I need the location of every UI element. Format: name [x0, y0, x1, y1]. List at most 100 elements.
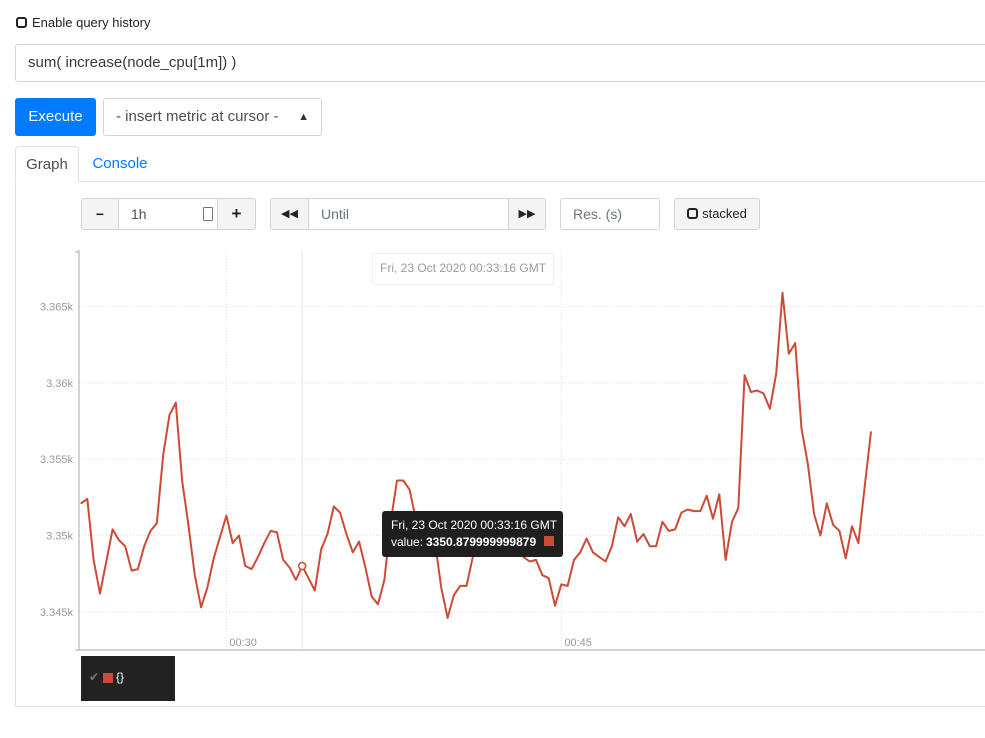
data-point [263, 542, 266, 544]
tab-graph[interactable]: Graph [15, 146, 79, 182]
stacked-checkbox[interactable] [687, 208, 699, 220]
data-point [181, 479, 183, 482]
data-point [238, 534, 240, 537]
stacked-toggle-button[interactable]: stacked [674, 198, 760, 230]
until-input[interactable]: Until [308, 198, 509, 230]
y-tick-label: 3.355k [40, 454, 74, 466]
data-point [712, 517, 714, 520]
data-point [851, 525, 853, 528]
legend-check-icon[interactable]: ✔ [89, 670, 99, 684]
data-point [857, 542, 860, 544]
data-point [649, 545, 651, 547]
tooltip-value-label: value: [391, 535, 424, 549]
data-point [592, 551, 594, 554]
data-point [750, 391, 752, 393]
until-back-button[interactable]: ◀◀ [270, 198, 309, 230]
data-point [244, 565, 247, 567]
until-forward-button[interactable]: ▶▶ [508, 198, 546, 230]
data-point [92, 559, 95, 561]
data-point [326, 533, 329, 535]
data-point [800, 427, 803, 430]
data-point [339, 511, 341, 514]
data-point [149, 530, 152, 532]
data-point [870, 430, 872, 433]
data-point [674, 528, 676, 531]
data-point [528, 560, 531, 563]
tab-console[interactable]: Console [80, 146, 160, 182]
hover-tooltip: Fri, 23 Oct 2020 00:33:16 GMT value: 335… [382, 511, 563, 557]
data-point [358, 540, 360, 543]
execute-button[interactable]: Execute [15, 98, 96, 136]
data-point [162, 453, 164, 456]
line-chart[interactable]: 3.345k 3.35k 3.355k 3.36k 3.365k 00:30 00:45 [0, 245, 985, 660]
legend-series-label[interactable]: {} [116, 670, 124, 684]
range-spinner-icon[interactable] [203, 207, 213, 221]
y-tick-label: 3.365k [40, 301, 74, 313]
chart-legend[interactable]: ✔ {} [81, 656, 175, 701]
data-point [187, 524, 190, 526]
data-point [863, 485, 866, 488]
insert-metric-select-label: - insert metric at cursor - [116, 108, 279, 125]
data-point [693, 510, 695, 512]
y-tick-label: 3.35k [46, 530, 73, 542]
data-point [579, 551, 582, 554]
data-point [276, 531, 278, 534]
data-point [99, 592, 101, 595]
tooltip-time: Fri, 23 Oct 2020 00:33:16 GMT [391, 518, 558, 532]
data-point [541, 574, 544, 576]
data-point [453, 594, 455, 596]
data-point [282, 559, 285, 561]
query-expression-input[interactable]: sum( increase(node_cpu[1m]) ) [15, 44, 985, 82]
data-point [535, 559, 537, 561]
tooltip-value: 3350.879999999879 [426, 535, 537, 549]
data-point [642, 533, 645, 535]
data-point [446, 617, 449, 619]
data-point [762, 392, 765, 395]
data-point [661, 520, 664, 523]
insert-metric-select[interactable]: - insert metric at cursor - ▲ [103, 98, 322, 136]
data-point [307, 577, 310, 580]
data-point [705, 495, 708, 497]
range-decrease-button[interactable]: − [81, 198, 119, 230]
select-caret-icon: ▲ [298, 111, 309, 123]
range-input[interactable]: 1h [118, 198, 218, 230]
data-point [269, 530, 272, 532]
stacked-label: stacked [702, 206, 747, 221]
query-history-toggle[interactable]: Enable query history [16, 14, 151, 32]
panel-border [15, 706, 985, 707]
data-point [636, 540, 638, 543]
range-input-value: 1h [131, 206, 147, 222]
data-point [775, 372, 777, 375]
data-point [560, 583, 563, 586]
data-point [111, 528, 114, 531]
resolution-input[interactable]: Res. (s) [560, 198, 660, 230]
data-point [118, 539, 120, 541]
x-tick-label: 00:45 [564, 637, 592, 649]
range-increase-button[interactable]: + [217, 198, 256, 230]
data-point [566, 585, 569, 587]
data-point [314, 589, 316, 592]
data-point [554, 604, 556, 607]
y-tick-label: 3.345k [40, 607, 74, 619]
data-point [257, 556, 259, 558]
data-point [80, 502, 82, 505]
data-point [611, 545, 613, 547]
data-point [807, 462, 809, 465]
data-point [465, 585, 468, 587]
data-point [370, 595, 373, 598]
data-point [769, 407, 771, 410]
data-point [130, 569, 133, 572]
tooltip-series-swatch [544, 536, 554, 546]
data-point [743, 374, 746, 376]
query-history-checkbox[interactable] [16, 17, 27, 29]
legend-series-swatch [103, 673, 113, 683]
data-point [219, 536, 221, 538]
data-point [781, 291, 784, 294]
data-point [105, 560, 108, 563]
data-point [288, 566, 291, 569]
data-point [623, 525, 626, 528]
series-line-0 [80, 291, 872, 619]
data-point [585, 537, 588, 540]
data-point [819, 534, 822, 537]
data-point [680, 511, 683, 514]
